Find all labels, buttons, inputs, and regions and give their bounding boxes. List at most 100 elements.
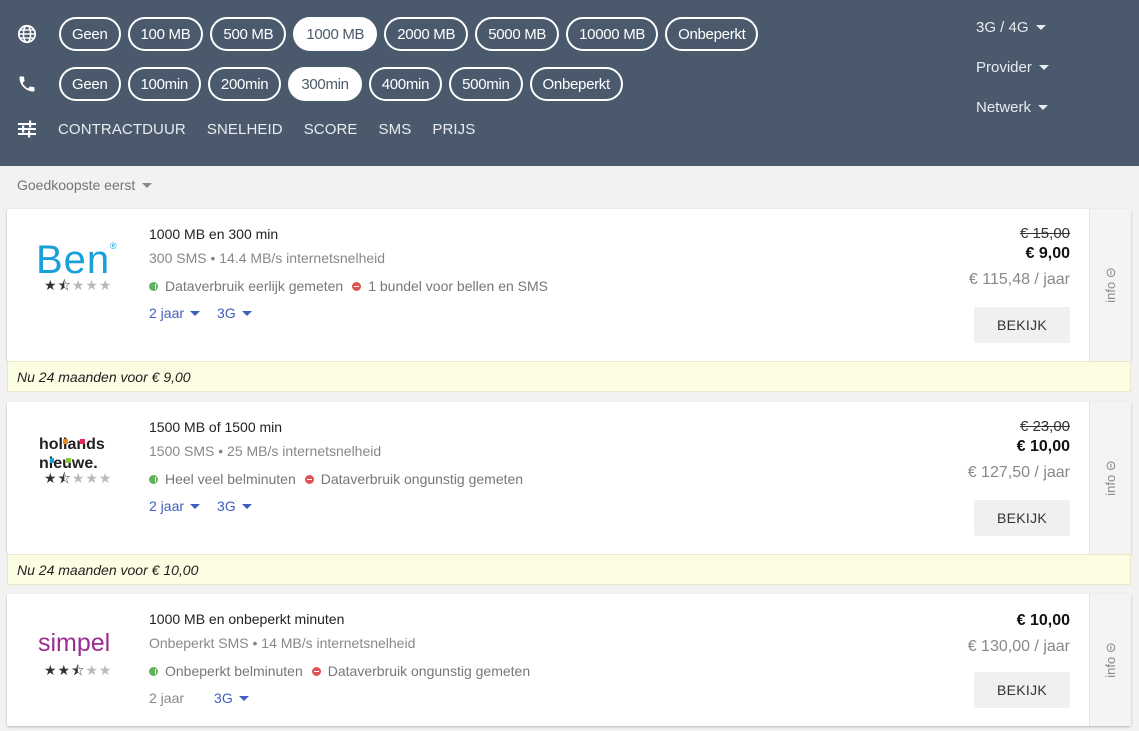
filter-snelheid[interactable]: SNELHEID	[207, 121, 283, 138]
info-toggle[interactable]: info ⊝	[1089, 594, 1131, 726]
data-option-100mb[interactable]: 100 MB	[127, 17, 204, 51]
simpel-logo: simpel	[7, 594, 149, 694]
info-label: info ⊝	[1102, 460, 1118, 496]
offer-subtitle: 300 SMS • 14.4 MB/s internetsnelheid	[149, 250, 386, 266]
monthly-price: € 10,00	[1016, 438, 1070, 455]
old-price: € 15,00	[1019, 225, 1070, 242]
network-label: 3G	[217, 305, 236, 321]
netwerk-dropdown[interactable]: Netwerk	[976, 97, 1049, 117]
svg-text:hollands: hollands	[39, 436, 105, 453]
chevron-down-icon	[190, 503, 201, 509]
feature-text: Dataverbruik eerlijk gemeten	[165, 278, 344, 294]
rating-stars: ★★⯪★★	[44, 662, 113, 678]
data-option-geen[interactable]: Geen	[59, 17, 121, 51]
offer-subtitle: Onbeperkt SMS • 14 MB/s internetsnelheid	[149, 635, 416, 651]
data-option-2000mb[interactable]: 2000 MB	[384, 17, 469, 51]
rating-stars: ★⯪★★★	[44, 470, 113, 486]
svg-text:simpel: simpel	[38, 629, 110, 657]
network-label: 3G	[214, 690, 233, 706]
duration-label: 2 jaar	[149, 498, 185, 514]
yearly-price: € 130,00 / jaar	[967, 638, 1070, 655]
minutes-option-300min[interactable]: 300min	[288, 67, 362, 101]
minus-icon	[304, 474, 314, 484]
sliders-icon	[17, 119, 37, 139]
minutes-filter-row: Geen 100min 200min 300min 400min 500min …	[0, 67, 630, 101]
monthly-price: € 10,00	[1016, 612, 1070, 629]
hollandsnieuwe-logo: hollands nieuwe.	[7, 402, 149, 502]
network-type-dropdown[interactable]: 3G / 4G	[976, 17, 1049, 37]
phone-icon	[17, 74, 37, 94]
monthly-price: € 9,00	[1025, 245, 1070, 262]
svg-text:®: ®	[110, 241, 117, 251]
offer-title: 1500 MB of 1500 min	[149, 419, 283, 435]
duration-dropdown[interactable]: 2 jaar	[149, 304, 201, 322]
chevron-down-icon	[1035, 24, 1046, 30]
minutes-option-400min[interactable]: 400min	[368, 67, 443, 101]
feature-text: Dataverbruik ongunstig gemeten	[327, 663, 531, 679]
network-type-label: 3G / 4G	[976, 18, 1029, 36]
chevron-down-icon	[241, 310, 252, 316]
network-dropdown[interactable]: 3G	[214, 689, 249, 707]
bekijk-button[interactable]: BEKIJK	[974, 307, 1070, 343]
offer-card-ben[interactable]: Ben ® ★⯪★★★ 1000 MB en 300 min 300 SMS •…	[7, 209, 1131, 361]
pro-feature: Dataverbruik eerlijk gemeten	[149, 277, 343, 295]
data-filter-row: Geen 100 MB 500 MB 1000 MB 2000 MB 5000 …	[0, 17, 765, 51]
offer-card-hollandsnieuwe[interactable]: hollands nieuwe. ★⯪★★★ 1500 MB of 1500 m…	[7, 402, 1131, 554]
filter-prijs[interactable]: PRIJS	[432, 121, 475, 138]
plus-icon	[149, 474, 158, 484]
chevron-down-icon	[1038, 64, 1049, 70]
con-feature: 1 bundel voor bellen en SMS	[352, 277, 548, 295]
duration-label: 2 jaar	[149, 305, 185, 321]
chevron-down-icon	[142, 182, 153, 188]
svg-text:Ben: Ben	[36, 238, 110, 281]
minutes-option-onbeperkt[interactable]: Onbeperkt	[529, 67, 623, 101]
data-option-onbeperkt[interactable]: Onbeperkt	[665, 17, 759, 51]
minutes-option-500min[interactable]: 500min	[449, 67, 523, 101]
network-dropdown[interactable]: 3G	[217, 304, 252, 322]
info-label: info ⊝	[1102, 642, 1118, 678]
offer-title: 1000 MB en 300 min	[149, 226, 279, 242]
minutes-option-100min[interactable]: 100min	[127, 67, 201, 101]
filter-contractduur[interactable]: CONTRACTDUUR	[58, 121, 186, 138]
con-feature: Dataverbruik ongunstig gemeten	[304, 470, 524, 488]
feature-text: Dataverbruik ongunstig gemeten	[320, 471, 524, 487]
minutes-option-geen[interactable]: Geen	[59, 67, 121, 101]
data-option-1000mb[interactable]: 1000 MB	[293, 17, 378, 51]
data-option-5000mb[interactable]: 5000 MB	[475, 17, 560, 51]
duration-dropdown[interactable]: 2 jaar	[149, 497, 201, 515]
bekijk-button[interactable]: BEKIJK	[974, 672, 1070, 708]
minutes-option-200min[interactable]: 200min	[207, 67, 282, 101]
provider-logo: simpel	[38, 629, 110, 657]
pro-feature: Heel veel belminuten	[149, 470, 296, 488]
provider-logo: Ben ®	[36, 238, 117, 281]
data-option-500mb[interactable]: 500 MB	[210, 17, 287, 51]
filter-panel: Geen 100 MB 500 MB 1000 MB 2000 MB 5000 …	[0, 0, 1139, 166]
rating-stars: ★⯪★★★	[44, 277, 113, 293]
feature-text: Heel veel belminuten	[165, 471, 296, 487]
provider-dropdown[interactable]: Provider	[976, 57, 1049, 77]
netwerk-label: Netwerk	[976, 98, 1032, 116]
filter-sms[interactable]: SMS	[379, 121, 412, 138]
info-label: info ⊝	[1102, 267, 1118, 303]
chevron-down-icon	[238, 695, 249, 701]
feature-text: Onbeperkt belminuten	[165, 663, 303, 679]
info-toggle[interactable]: info ⊝	[1089, 402, 1131, 554]
provider-label: Provider	[976, 58, 1032, 76]
data-option-10000mb[interactable]: 10000 MB	[566, 17, 659, 51]
duration-label: 2 jaar	[149, 690, 185, 706]
offer-subtitle: 1500 SMS • 25 MB/s internetsnelheid	[149, 443, 382, 459]
minus-icon	[311, 666, 321, 676]
info-toggle[interactable]: info ⊝	[1089, 209, 1131, 361]
plus-icon	[149, 281, 158, 291]
promo-banner: Nu 24 maanden voor € 10,00	[7, 554, 1131, 585]
extra-filter-row: CONTRACTDUUR SNELHEID SCORE SMS PRIJS	[0, 119, 496, 139]
plus-icon	[149, 666, 158, 676]
minus-icon	[352, 281, 362, 291]
chevron-down-icon	[1038, 104, 1049, 110]
network-dropdown[interactable]: 3G	[217, 497, 252, 515]
provider-logo: hollands nieuwe.	[39, 436, 105, 472]
offer-card-simpel[interactable]: simpel ★★⯪★★ 1000 MB en onbeperkt minute…	[7, 594, 1131, 726]
filter-score[interactable]: SCORE	[304, 121, 358, 138]
bekijk-button[interactable]: BEKIJK	[974, 500, 1070, 536]
sort-dropdown[interactable]: Goedkoopste eerst	[17, 177, 153, 193]
